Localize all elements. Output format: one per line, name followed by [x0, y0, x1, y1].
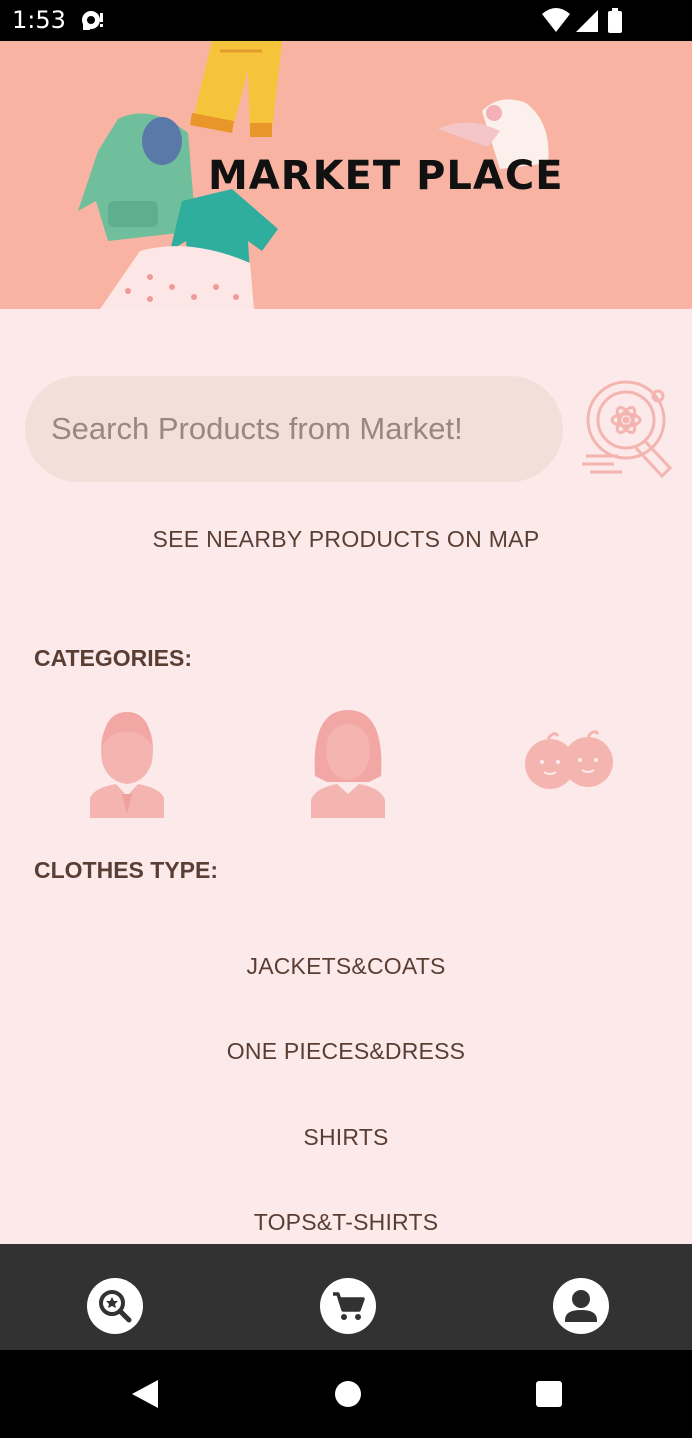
account-icon [565, 1290, 597, 1322]
search-star-icon [99, 1290, 132, 1323]
category-men[interactable] [72, 706, 182, 818]
status-icons [542, 8, 622, 33]
battery-icon [608, 8, 622, 33]
market-banner: MARKET PLACE [0, 41, 692, 309]
babies-icon [525, 730, 613, 789]
system-nav-bar [0, 1350, 692, 1438]
search-input[interactable] [51, 376, 551, 482]
type-one-pieces-dress[interactable]: ONE PIECES&DRESS [0, 1038, 692, 1065]
nav-account-button[interactable] [553, 1278, 609, 1334]
category-women[interactable] [293, 706, 403, 818]
woman-icon [311, 710, 385, 818]
map-link[interactable]: SEE NEARBY PRODUCTS ON MAP [0, 526, 692, 553]
notification-icon [82, 11, 103, 30]
clothes-type-title: CLOTHES TYPE: [34, 857, 219, 883]
category-kids[interactable] [514, 706, 624, 818]
categories-title: CATEGORIES: [34, 645, 193, 671]
search-field[interactable] [25, 376, 563, 482]
cart-icon [333, 1292, 365, 1320]
home-icon[interactable] [330, 1376, 366, 1412]
type-tops-tshirts[interactable]: TOPS&T-SHIRTS [0, 1209, 692, 1236]
market-title: MARKET PLACE [208, 153, 564, 199]
nav-search-button[interactable] [87, 1278, 143, 1334]
recents-icon[interactable] [531, 1376, 567, 1412]
man-icon [90, 712, 164, 818]
status-bar: 1:53 [0, 0, 692, 41]
nav-cart-button[interactable] [320, 1278, 376, 1334]
pants-illustration [190, 41, 282, 137]
search-atom-icon[interactable] [578, 376, 676, 482]
wifi-icon [542, 8, 570, 32]
back-icon[interactable] [126, 1376, 162, 1412]
bottom-nav [0, 1244, 692, 1350]
signal-icon [576, 10, 598, 32]
type-shirts[interactable]: SHIRTS [0, 1124, 692, 1151]
type-jackets-coats[interactable]: JACKETS&COATS [0, 953, 692, 980]
status-time: 1:53 [12, 6, 66, 34]
